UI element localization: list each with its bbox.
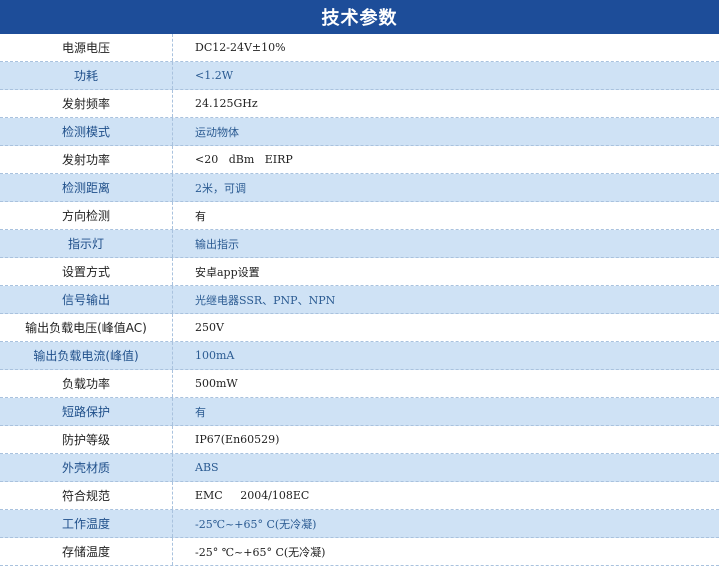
row-label: 短路保护 [0, 398, 173, 425]
row-value: 光继电器SSR、PNP、NPN [195, 293, 336, 307]
table-row: 检测模式 运动物体 [0, 118, 719, 146]
row-value: -25℃~+65° C(无冷凝) [195, 517, 317, 531]
row-value: 100mA [195, 349, 235, 362]
row-label: 检测距离 [0, 174, 173, 201]
row-label: 输出负载电流(峰值) [0, 342, 173, 369]
row-value: -25° ℃~+65° C(无冷凝) [195, 545, 326, 559]
table-row: 方向检测 有 [0, 202, 719, 230]
row-label: 方向检测 [0, 202, 173, 229]
row-label: 检测模式 [0, 118, 173, 145]
table-row: 信号输出 光继电器SSR、PNP、NPN [0, 286, 719, 314]
table-row: 指示灯 输出指示 [0, 230, 719, 258]
table-row: 工作温度 -25℃~+65° C(无冷凝) [0, 510, 719, 538]
table-row: 负载功率 500mW [0, 370, 719, 398]
table-row: 防护等级 IP67(En60529) [0, 426, 719, 454]
row-label: 防护等级 [0, 426, 173, 453]
row-value: IP67(En60529) [195, 433, 280, 446]
row-value: 运动物体 [195, 125, 239, 139]
row-value: <1.2W [195, 69, 234, 82]
table-row: 电源电压 DC12-24V±10% [0, 34, 719, 62]
spec-rows: 电源电压 DC12-24V±10% 功耗 <1.2W 发射频率 24.125GHz 检… [0, 34, 719, 566]
row-label: 发射频率 [0, 90, 173, 117]
row-value: ABS [195, 461, 219, 474]
table-row: 发射频率 24.125GHz [0, 90, 719, 118]
table-row: 检测距离 2米，可调 [0, 174, 719, 202]
table-row: 输出负载电流(峰值) 100mA [0, 342, 719, 370]
row-label: 工作温度 [0, 510, 173, 537]
row-value: 250V [195, 321, 224, 334]
table-row: 外壳材质 ABS [0, 454, 719, 482]
row-value: 2米，可调 [195, 181, 246, 195]
table-row: 存储温度 -25° ℃~+65° C(无冷凝) [0, 538, 719, 566]
row-label: 外壳材质 [0, 454, 173, 481]
row-value: 24.125GHz [195, 97, 258, 110]
row-value: 500mW [195, 377, 238, 390]
table-row: 功耗 <1.2W [0, 62, 719, 90]
table-row: 输出负载电压(峰值AC) 250V [0, 314, 719, 342]
row-value: 有 [195, 405, 206, 419]
table-title: 技术参数 [0, 0, 719, 34]
row-label: 符合规范 [0, 482, 173, 509]
row-label: 负载功率 [0, 370, 173, 397]
table-row: 短路保护 有 [0, 398, 719, 426]
row-value: <20 dBm EIRP [195, 153, 293, 166]
table-row: 设置方式 安卓app设置 [0, 258, 719, 286]
spec-table: 技术参数 电源电压 DC12-24V±10% 功耗 <1.2W 发射频率 24.125… [0, 0, 719, 566]
row-value: 输出指示 [195, 237, 239, 251]
row-label: 存储温度 [0, 538, 173, 565]
row-label: 发射功率 [0, 146, 173, 173]
row-value: EMC 2004/108EC [195, 489, 310, 502]
table-row: 发射功率 <20 dBm EIRP [0, 146, 719, 174]
row-label: 指示灯 [0, 230, 173, 257]
row-label: 电源电压 [0, 34, 173, 61]
table-row: 符合规范 EMC 2004/108EC [0, 482, 719, 510]
row-label: 输出负载电压(峰值AC) [0, 314, 173, 341]
row-value: 安卓app设置 [195, 265, 260, 279]
row-label: 信号输出 [0, 286, 173, 313]
row-label: 设置方式 [0, 258, 173, 285]
row-value: 有 [195, 209, 206, 223]
row-value: DC12-24V±10% [195, 41, 286, 54]
row-label: 功耗 [0, 62, 173, 89]
